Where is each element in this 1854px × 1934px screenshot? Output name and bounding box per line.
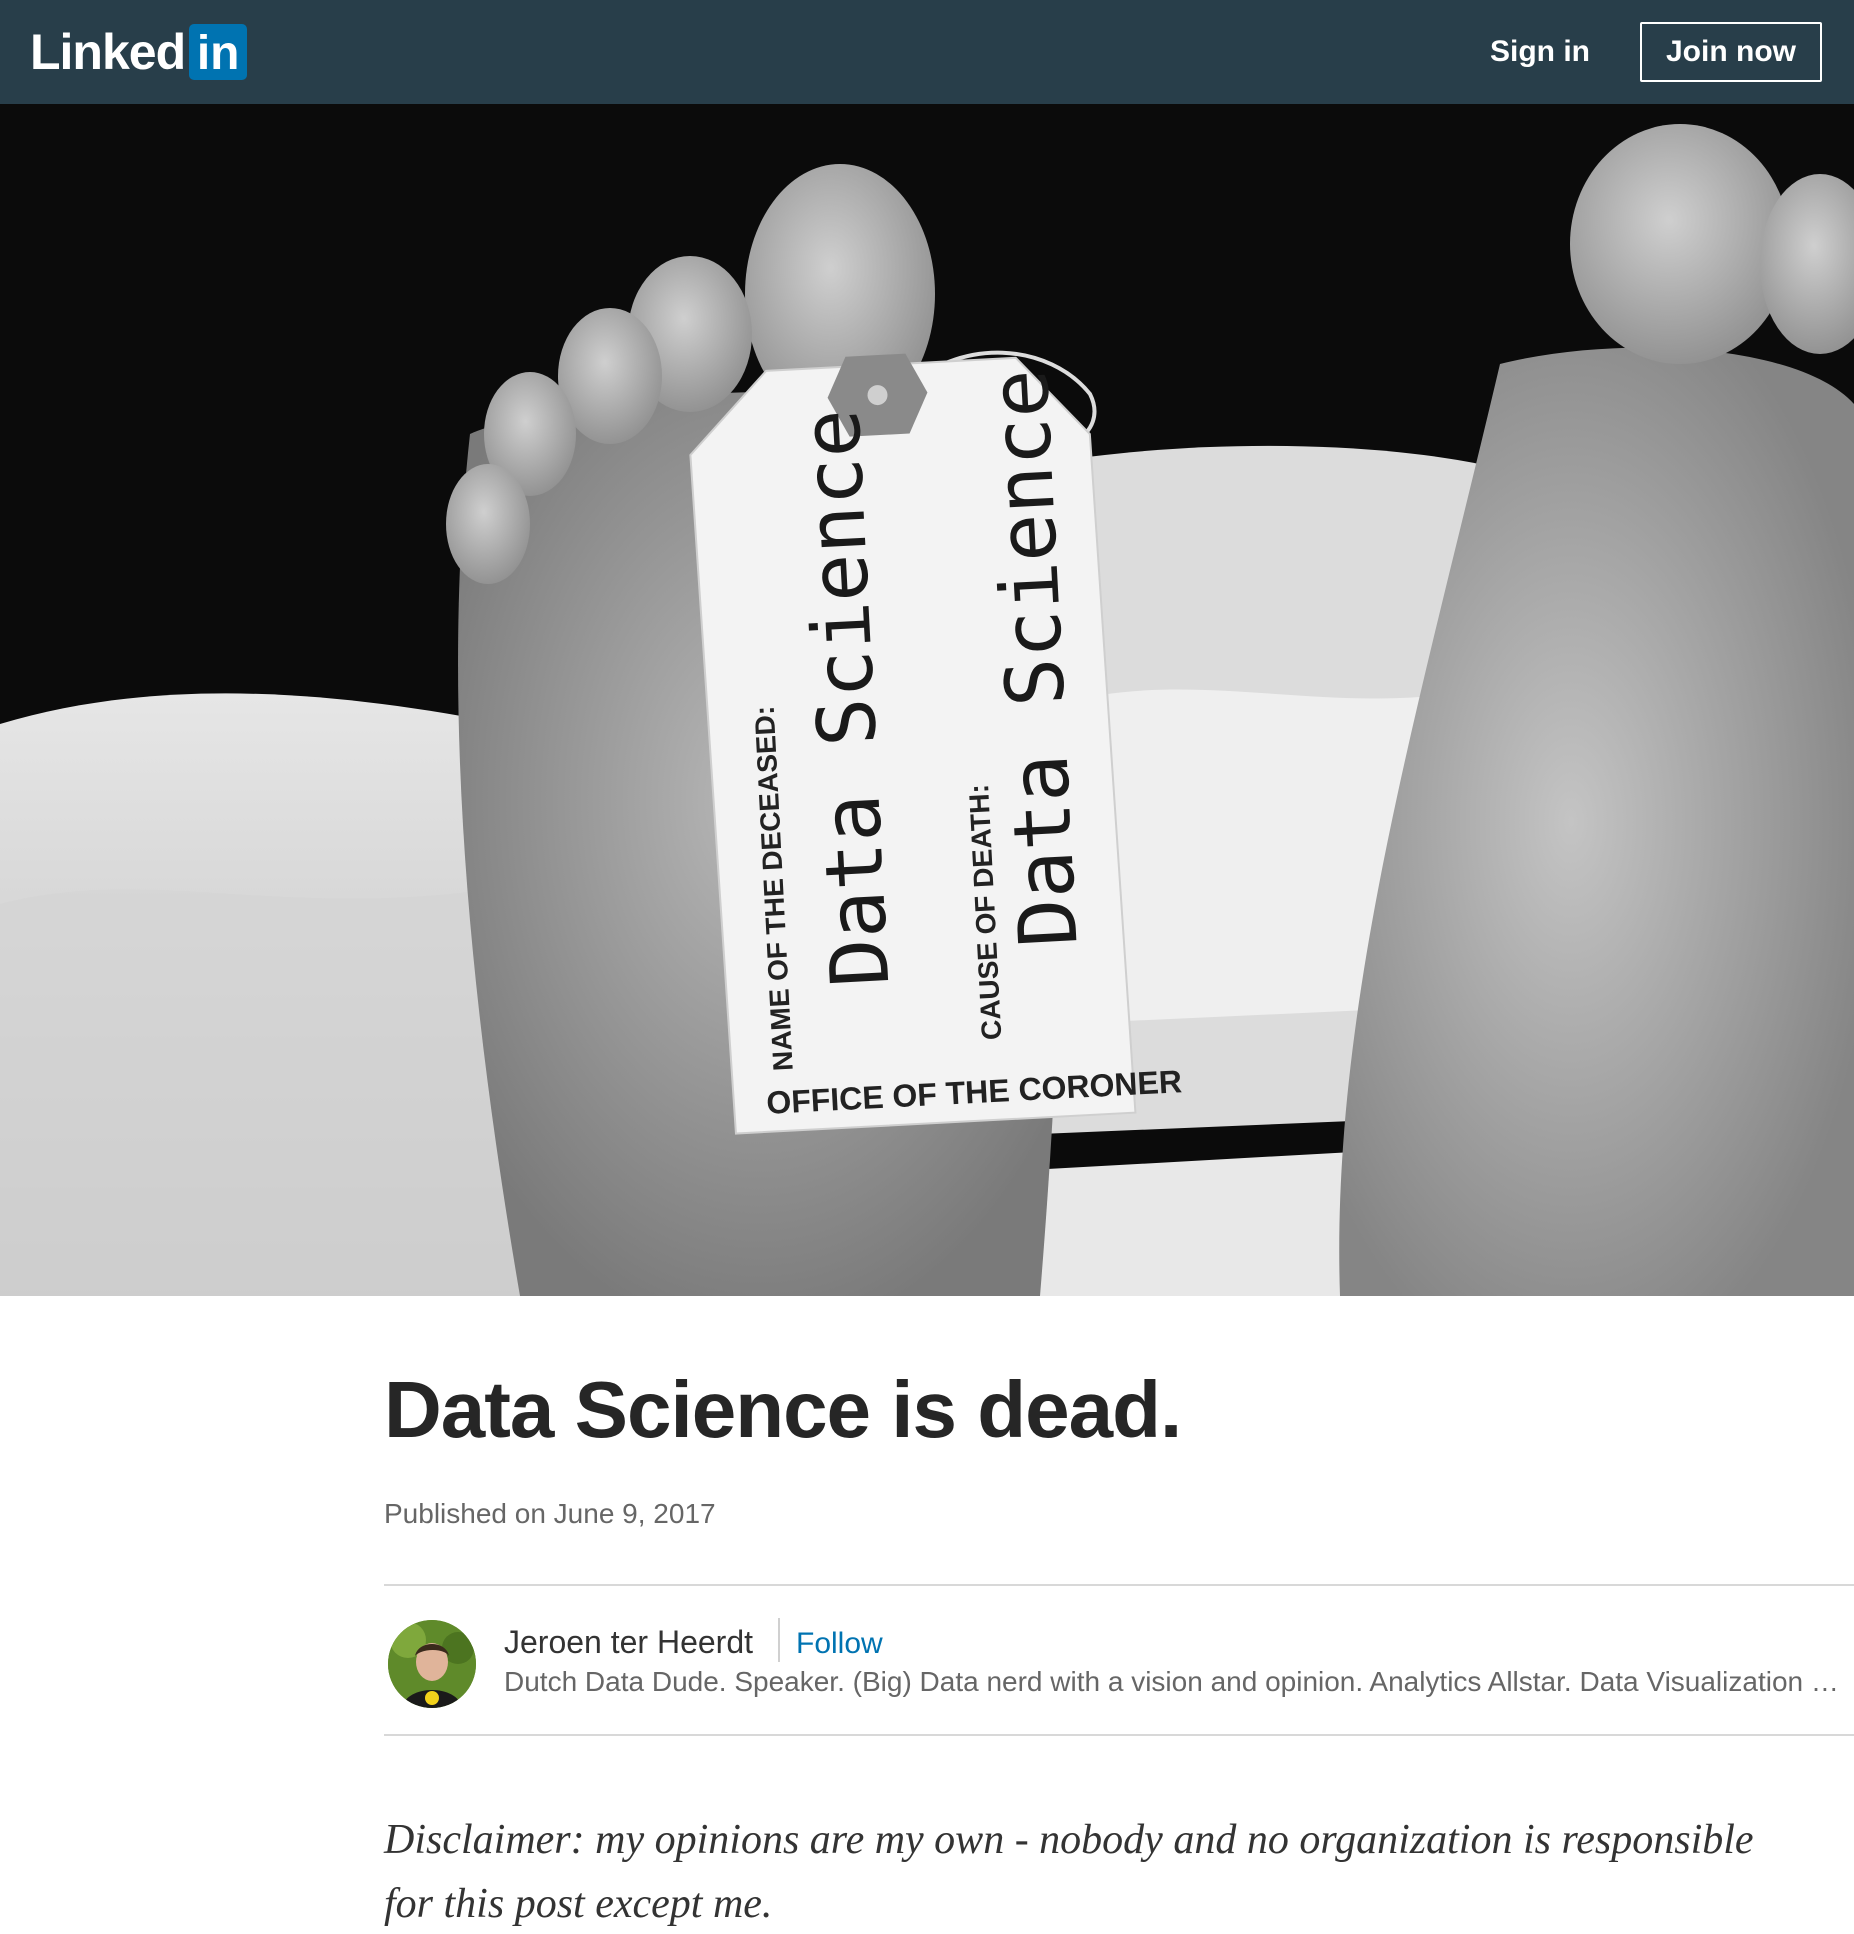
author-avatar[interactable] (388, 1620, 476, 1708)
divider (384, 1734, 1854, 1736)
join-now-button[interactable]: Join now (1640, 22, 1822, 82)
logo-in-box: in (189, 24, 248, 80)
logo-wordmark: Linked (30, 24, 186, 80)
follow-button[interactable]: Follow (796, 1622, 883, 1666)
hero-illustration: NAME OF THE DECEASED: Data Science CAUSE… (0, 104, 1854, 1296)
hero-image: NAME OF THE DECEASED: Data Science CAUSE… (0, 104, 1854, 1296)
top-nav-bar: Linked in Sign in Join now (0, 0, 1854, 104)
author-headline: Dutch Data Dude. Speaker. (Big) Data ner… (504, 1666, 1848, 1697)
published-date: Published on June 9, 2017 (384, 1498, 716, 1529)
name-separator (778, 1618, 780, 1662)
article-disclaimer: Disclaimer: my opinions are my own - nob… (384, 1817, 1754, 1927)
sign-in-link[interactable]: Sign in (1490, 30, 1590, 74)
linkedin-logo[interactable]: Linked in (30, 24, 248, 80)
article-title: Data Science is dead. (384, 1365, 1182, 1454)
divider (384, 1584, 1854, 1586)
author-name-link[interactable]: Jeroen ter Heerdt (504, 1620, 753, 1664)
avatar-image (388, 1620, 476, 1708)
